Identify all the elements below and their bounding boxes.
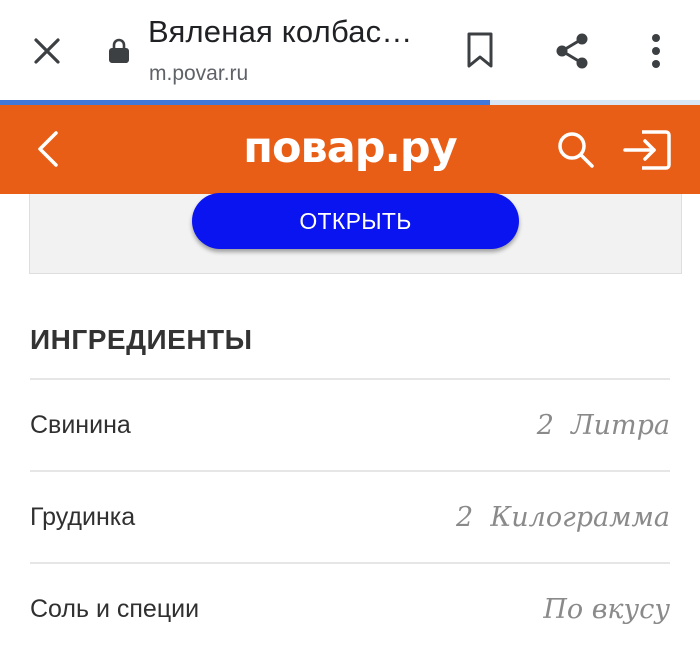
ingredient-row: Соль и специи По вкусу [30,562,670,654]
close-icon [34,38,60,64]
ingredient-name: Соль и специи [30,594,200,623]
bookmark-icon [467,32,493,68]
ingredients-title: ИНГРЕДИЕНТЫ [30,324,253,355]
ingredient-amount: 2 Килограмма [456,501,670,533]
share-button[interactable] [548,27,596,75]
ingredient-row: Грудинка 2 Килограмма [30,470,670,562]
ingredient-row: Свинина 2 Литра [30,378,670,470]
search-icon [558,132,594,168]
browser-toolbar: Вяленая колбас… m.povar.ru [0,0,700,104]
more-options-button[interactable] [634,28,678,74]
login-icon [623,130,671,170]
close-tab-button[interactable] [26,30,68,72]
lock-icon [109,38,129,63]
ingredients-list: Свинина 2 Литра Грудинка 2 Килограмма Со… [30,378,670,654]
page-url[interactable]: m.povar.ru [149,62,248,86]
search-button[interactable] [553,127,599,173]
ingredient-name: Грудинка [30,502,136,531]
share-icon [556,33,588,69]
login-button[interactable] [620,126,674,174]
open-button[interactable]: ОТКРЫТЬ [192,193,519,249]
ingredient-name: Свинина [30,410,131,439]
ingredient-amount: По вкусу [543,593,670,625]
ingredient-amount: 2 Литра [536,409,670,441]
more-vert-icon [652,34,660,68]
page-title[interactable]: Вяленая колбас… [148,14,413,50]
site-header: повар.ру [0,105,700,194]
bookmark-button[interactable] [458,28,502,72]
